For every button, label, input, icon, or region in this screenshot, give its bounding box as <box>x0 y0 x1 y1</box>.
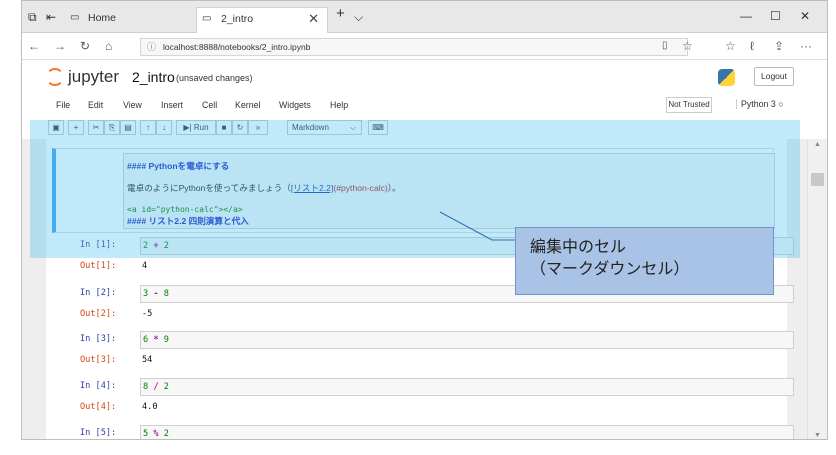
more-icon[interactable]: ··· <box>800 39 812 53</box>
input-prompt: In [4]: <box>80 381 117 391</box>
menu-insert[interactable]: Insert <box>161 100 183 110</box>
input-prompt: In [5]: <box>80 428 117 438</box>
kernel-indicator: Python 3 ○ <box>736 99 784 109</box>
logout-button[interactable]: Logout <box>754 67 794 86</box>
code-input[interactable]: 5 % 2 <box>140 425 794 439</box>
back-icon[interactable]: ← <box>28 39 40 53</box>
menu-file[interactable]: File <box>56 100 70 110</box>
jupyter-brand[interactable]: jupyter <box>68 67 119 87</box>
cell-output: 54 <box>142 355 153 365</box>
output-prompt: Out[3]: <box>80 355 117 365</box>
menu-cell[interactable]: Cell <box>202 100 217 110</box>
favorite-star-icon[interactable]: ☆ <box>682 39 693 53</box>
chevron-down-icon[interactable]: ⌵ <box>354 10 363 24</box>
new-tab-icon[interactable]: + <box>336 6 345 21</box>
input-prompt: In [3]: <box>80 334 117 344</box>
pen-icon[interactable]: ℓ <box>750 39 754 53</box>
tab-2-intro[interactable]: ▭ 2_intro ✕ <box>196 7 328 33</box>
minimize-icon[interactable]: — <box>740 9 752 23</box>
cell-output: -5 <box>142 309 153 319</box>
refresh-icon[interactable]: ↻ <box>80 39 90 53</box>
address-bar-row: ← → ↻ ⌂ ⓘ localhost:8888/notebooks/2_int… <box>22 33 827 60</box>
cell-output: 4 <box>142 261 148 271</box>
page-icon: ▭ <box>70 12 80 23</box>
cell-output: 4.0 <box>142 402 158 412</box>
page-icon: ▭ <box>202 13 212 24</box>
input-prompt: In [2]: <box>80 288 117 298</box>
output-prompt: Out[1]: <box>80 261 117 271</box>
annotation-callout: 編集中のセル （マークダウンセル） <box>515 227 774 295</box>
kernel-status-icon: ○ <box>778 99 784 109</box>
favorites-hub-icon[interactable]: ☆ <box>725 39 736 53</box>
code-input[interactable]: 8 / 2 <box>140 378 794 396</box>
python-logo-icon <box>718 69 735 86</box>
forward-icon[interactable]: → <box>54 39 66 53</box>
site-info-icon[interactable]: ⓘ <box>147 39 156 55</box>
scrollbar-thumb[interactable] <box>811 173 824 186</box>
tab-home[interactable]: ▭ Home <box>66 7 196 33</box>
maximize-icon[interactable]: ☐ <box>770 9 781 23</box>
menu-widgets[interactable]: Widgets <box>279 100 311 110</box>
close-window-icon[interactable]: ✕ <box>800 9 810 23</box>
menu-help[interactable]: Help <box>330 100 348 110</box>
menu-view[interactable]: View <box>123 100 142 110</box>
menu-bar: File Edit View Insert Cell Kernel Widget… <box>22 95 827 117</box>
reading-view-icon[interactable]: ▯ <box>662 39 668 53</box>
jupyter-logo-icon[interactable] <box>46 68 64 86</box>
vertical-scrollbar[interactable]: ▲ ▼ <box>807 139 827 439</box>
url-field[interactable]: ⓘ localhost:8888/notebooks/2_intro.ipynb <box>140 38 688 56</box>
output-prompt: Out[4]: <box>80 402 117 412</box>
menu-kernel[interactable]: Kernel <box>235 100 260 110</box>
jupyter-header: jupyter 2_intro (unsaved changes) Logout <box>22 60 827 95</box>
tab-manager-icon[interactable]: ⧉ <box>28 10 37 24</box>
scroll-up-icon[interactable]: ▲ <box>814 141 821 148</box>
close-tab-icon[interactable]: ✕ <box>308 8 319 30</box>
scroll-down-icon[interactable]: ▼ <box>814 432 821 439</box>
menu-edit[interactable]: Edit <box>88 100 103 110</box>
notebook-name[interactable]: 2_intro <box>132 69 175 85</box>
set-aside-tabs-icon[interactable]: ⇤ <box>46 10 56 24</box>
trust-indicator[interactable]: Not Trusted <box>666 97 712 113</box>
code-input[interactable]: 6 * 9 <box>140 331 794 349</box>
share-icon[interactable]: ⇪ <box>774 39 784 53</box>
output-prompt: Out[2]: <box>80 309 117 319</box>
home-icon[interactable]: ⌂ <box>105 39 112 53</box>
tab-bar: ⧉ ⇤ ▭ Home ▭ 2_intro ✕ + ⌵ — ☐ ✕ <box>22 1 827 33</box>
save-status: (unsaved changes) <box>176 73 253 83</box>
